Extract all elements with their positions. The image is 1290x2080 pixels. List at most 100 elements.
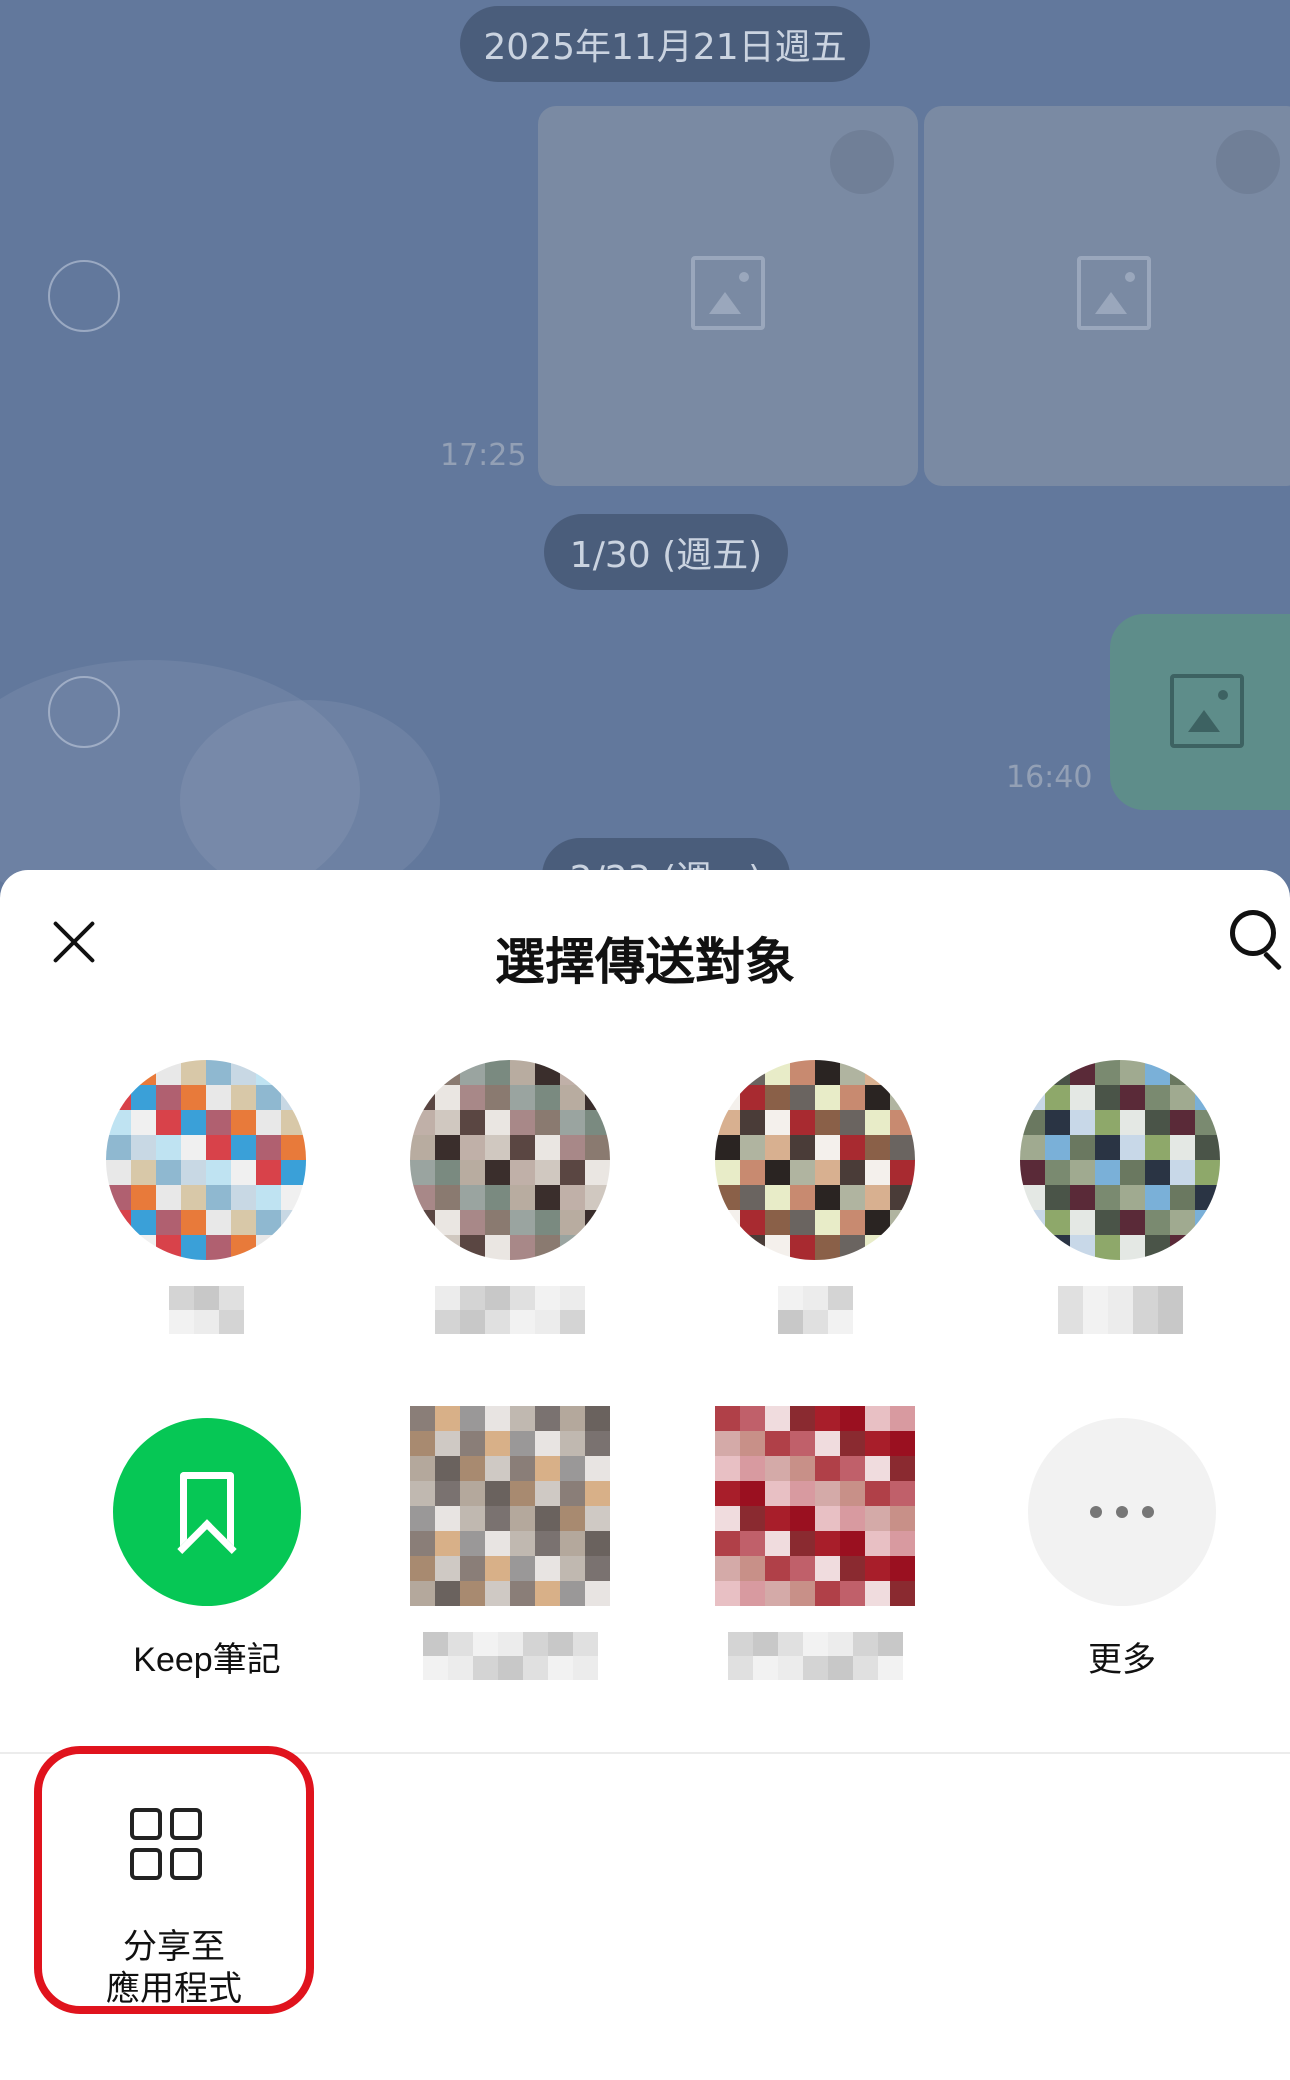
name-pixel bbox=[447, 1656, 473, 1680]
avatar-pixel bbox=[460, 1160, 485, 1185]
avatar-pixel bbox=[435, 1110, 460, 1135]
avatar-pixel bbox=[1120, 1185, 1145, 1210]
avatar-pixel bbox=[131, 1085, 156, 1110]
avatar-pixel bbox=[181, 1160, 206, 1185]
avatar-pixel bbox=[765, 1135, 790, 1160]
avatar-pixel bbox=[1170, 1210, 1195, 1235]
avatar-pixel bbox=[765, 1556, 790, 1581]
more-targets[interactable]: 更多 bbox=[1002, 1418, 1242, 1681]
keep-memo-target[interactable]: Keep筆記 bbox=[87, 1418, 327, 1681]
avatar-pixel bbox=[485, 1135, 510, 1160]
avatar-pixel bbox=[460, 1531, 485, 1556]
avatar-pixel bbox=[815, 1556, 840, 1581]
avatar-pixel bbox=[790, 1531, 815, 1556]
avatar-pixel bbox=[1195, 1160, 1220, 1185]
photo-message[interactable] bbox=[924, 106, 1290, 486]
avatar bbox=[715, 1060, 915, 1260]
avatar-pixel bbox=[865, 1431, 890, 1456]
avatar-pixel bbox=[765, 1481, 790, 1506]
avatar-pixel bbox=[535, 1531, 560, 1556]
sender-avatar[interactable] bbox=[48, 676, 120, 748]
avatar-pixel bbox=[281, 1210, 306, 1235]
avatar-pixel bbox=[1020, 1110, 1045, 1135]
avatar-pixel bbox=[1120, 1060, 1145, 1085]
more-dots-icon bbox=[1028, 1418, 1216, 1606]
avatar-pixel bbox=[206, 1235, 231, 1260]
avatar-pixel bbox=[1145, 1110, 1170, 1135]
avatar-pixel bbox=[865, 1456, 890, 1481]
avatar-pixel bbox=[560, 1060, 585, 1085]
avatar-pixel bbox=[281, 1160, 306, 1185]
avatar-pixel bbox=[585, 1481, 610, 1506]
avatar-pixel bbox=[1070, 1210, 1095, 1235]
name-pixel bbox=[485, 1310, 510, 1334]
recent-chat-target[interactable] bbox=[86, 1060, 326, 1334]
recent-chat-target[interactable] bbox=[695, 1060, 935, 1334]
avatar-pixel bbox=[715, 1110, 740, 1135]
avatar-pixel bbox=[410, 1235, 435, 1260]
sent-image-message[interactable] bbox=[1110, 614, 1290, 810]
avatar-pixel bbox=[815, 1581, 840, 1606]
name-pixel bbox=[852, 1656, 878, 1680]
share-to-apps-label: 分享至 應用程式 bbox=[106, 1927, 242, 2009]
avatar-pixel bbox=[1170, 1135, 1195, 1160]
select-circle-icon[interactable] bbox=[830, 130, 894, 194]
avatar-pixel bbox=[485, 1210, 510, 1235]
search-icon[interactable] bbox=[1226, 906, 1290, 976]
name-pixel bbox=[727, 1656, 753, 1680]
avatar-pixel bbox=[865, 1085, 890, 1110]
avatar-pixel bbox=[790, 1406, 815, 1431]
avatar-pixel bbox=[535, 1210, 560, 1235]
avatar-pixel bbox=[765, 1431, 790, 1456]
avatar-pixel bbox=[865, 1110, 890, 1135]
avatar-pixel bbox=[460, 1235, 485, 1260]
recent-chat-target[interactable] bbox=[390, 1060, 630, 1334]
recent-chat-target[interactable] bbox=[390, 1406, 630, 1680]
avatar-pixel bbox=[410, 1210, 435, 1235]
avatar-pixel bbox=[840, 1531, 865, 1556]
chat-background: 2025年11月21日週五 17:25 1/30 (週五) 16:40 2/23… bbox=[0, 0, 1290, 900]
avatar-pixel bbox=[840, 1185, 865, 1210]
avatar-pixel bbox=[840, 1506, 865, 1531]
avatar-pixel bbox=[840, 1085, 865, 1110]
recent-chat-target[interactable] bbox=[695, 1406, 935, 1680]
avatar-pixel bbox=[715, 1185, 740, 1210]
recent-chat-target[interactable] bbox=[1000, 1060, 1240, 1334]
avatar-pixel bbox=[1145, 1235, 1170, 1260]
avatar-pixel bbox=[231, 1185, 256, 1210]
avatar-pixel bbox=[410, 1456, 435, 1481]
name-pixel bbox=[852, 1632, 878, 1656]
avatar-pixel bbox=[790, 1456, 815, 1481]
avatar-pixel bbox=[1095, 1135, 1120, 1160]
avatar-pixel bbox=[510, 1235, 535, 1260]
name-pixel bbox=[1157, 1286, 1183, 1310]
avatar-pixel bbox=[460, 1110, 485, 1135]
avatar-pixel bbox=[460, 1085, 485, 1110]
name-pixel bbox=[752, 1632, 778, 1656]
avatar-pixel bbox=[740, 1456, 765, 1481]
avatar bbox=[410, 1060, 610, 1260]
avatar-pixel bbox=[535, 1456, 560, 1481]
avatar-pixel bbox=[485, 1506, 510, 1531]
avatar-pixel bbox=[740, 1110, 765, 1135]
avatar-pixel bbox=[1095, 1160, 1120, 1185]
avatar-pixel bbox=[485, 1406, 510, 1431]
avatar-pixel bbox=[281, 1110, 306, 1135]
avatar-pixel bbox=[410, 1531, 435, 1556]
avatar-pixel bbox=[1170, 1160, 1195, 1185]
avatar-pixel bbox=[585, 1135, 610, 1160]
select-circle-icon[interactable] bbox=[1216, 130, 1280, 194]
avatar-pixel bbox=[106, 1060, 131, 1085]
name-pixel bbox=[827, 1310, 853, 1334]
avatar-pixel bbox=[1120, 1160, 1145, 1185]
avatar-pixel bbox=[410, 1406, 435, 1431]
share-to-apps-button[interactable]: 分享至 應用程式 bbox=[34, 1746, 314, 2014]
avatar-pixel bbox=[510, 1185, 535, 1210]
avatar-pixel bbox=[1095, 1185, 1120, 1210]
avatar-pixel bbox=[890, 1531, 915, 1556]
avatar-pixel bbox=[560, 1431, 585, 1456]
avatar-pixel bbox=[765, 1531, 790, 1556]
photo-message[interactable] bbox=[538, 106, 918, 486]
avatar-pixel bbox=[231, 1135, 256, 1160]
sender-avatar[interactable] bbox=[48, 260, 120, 332]
